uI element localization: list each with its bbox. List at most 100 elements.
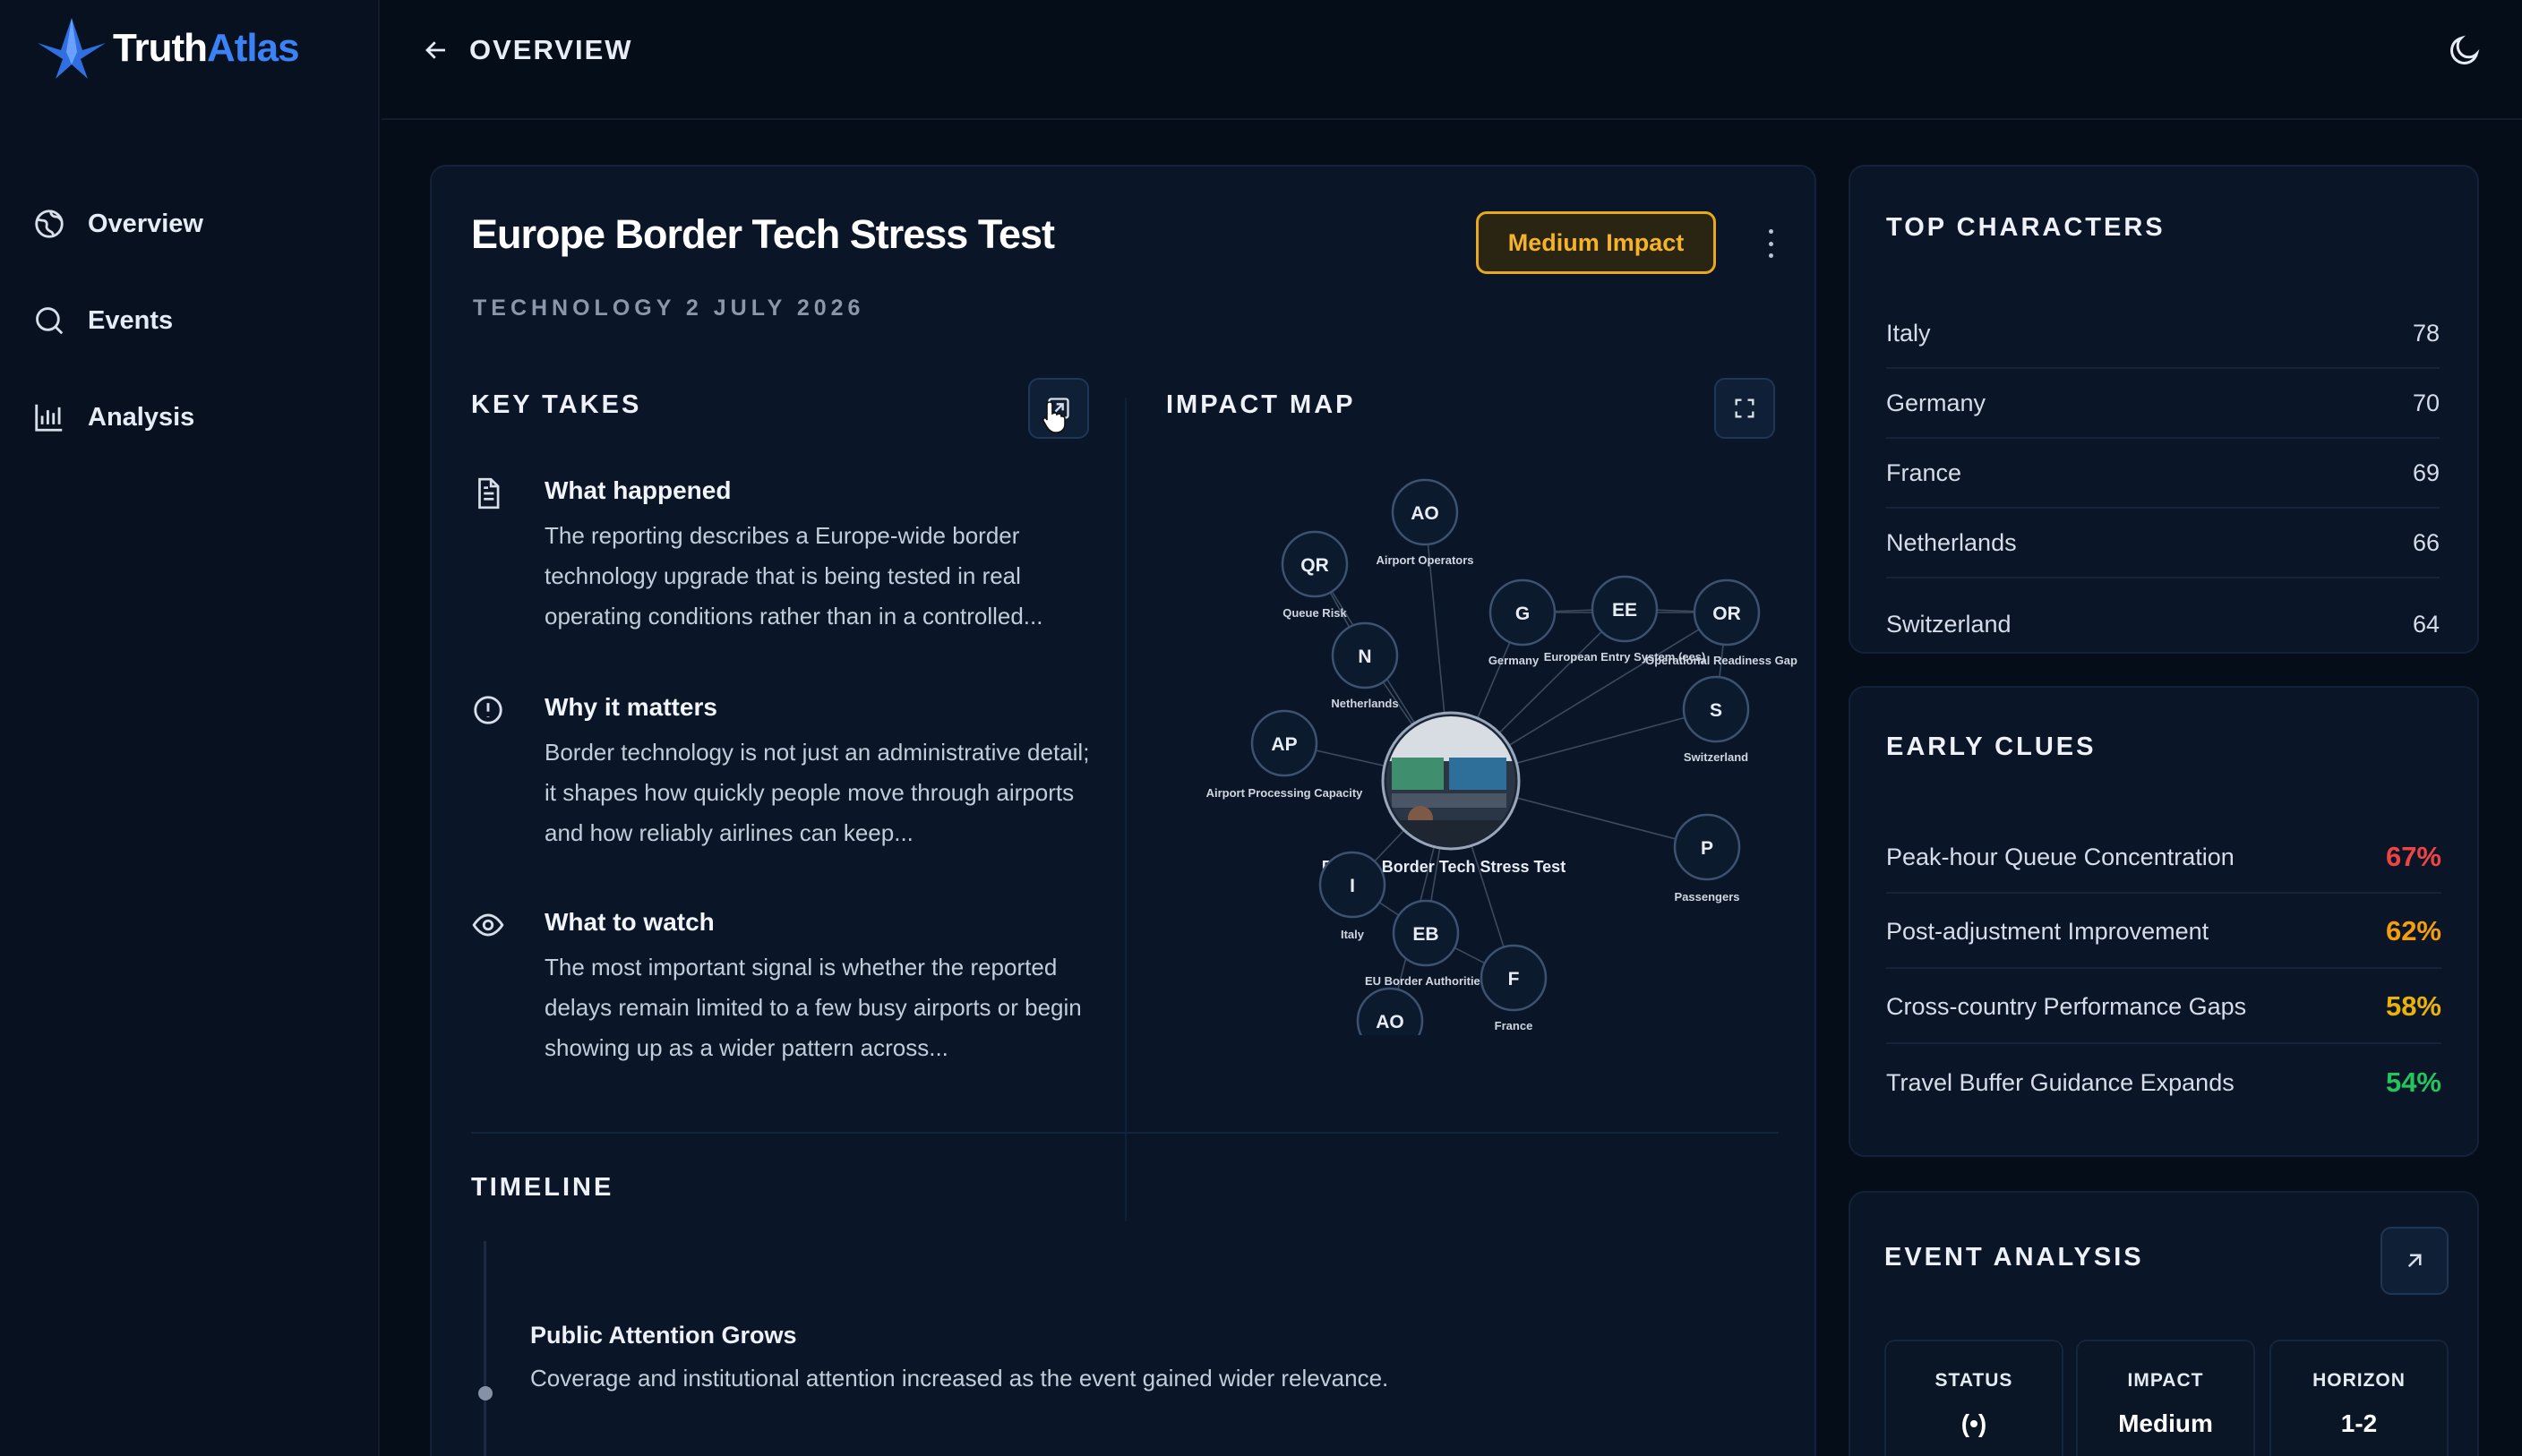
map-node-label: Queue Risk [1282, 606, 1347, 620]
sidebar-item-events[interactable]: Events [32, 272, 203, 369]
sidebar-item-analysis[interactable]: Analysis [32, 369, 203, 466]
clue-percent: 54% [2385, 1066, 2441, 1098]
clue-row[interactable]: Travel Buffer Guidance Expands 54% [1886, 1046, 2441, 1119]
sidebar-item-label: Events [88, 305, 174, 335]
stat-value: Medium [2118, 1409, 2213, 1437]
impact-map-fullscreen-button[interactable] [1714, 378, 1775, 439]
character-name: Italy [1886, 319, 1931, 347]
map-node-abbr: S [1710, 700, 1722, 721]
sidebar: TruthAtlas Overview Events Analysis [0, 0, 380, 1456]
sidebar-nav: Overview Events Analysis [32, 176, 203, 466]
character-score: 70 [2412, 389, 2440, 416]
page-title: OVERVIEW [469, 34, 633, 65]
atlas-logo-icon [38, 18, 106, 79]
character-score: 78 [2412, 319, 2440, 347]
map-node-label: Netherlands [1331, 697, 1398, 710]
clue-percent: 62% [2385, 915, 2441, 946]
clue-percent: 67% [2385, 841, 2441, 872]
character-row[interactable]: Germany 70 [1886, 369, 2440, 439]
document-icon [478, 477, 500, 510]
key-takes-heading: KEY TAKES [471, 390, 642, 419]
event-analysis-card: EVENT ANALYSIS STATUS (•) IMPACT Medium … [1849, 1191, 2479, 1456]
brand-name-a: Truth [113, 26, 208, 70]
map-node-queue-risk[interactable]: QR Queue Risk [1281, 530, 1349, 620]
more-options-button[interactable] [1757, 222, 1784, 265]
horizon-stat: HORIZON 1-2 [2269, 1340, 2449, 1456]
map-node-eu-border-authorities[interactable]: EB EU Border Authorities [1365, 899, 1487, 988]
impact-map-graph[interactable]: Europe Border Tech Stress Test AOAirport… [1148, 462, 1811, 1035]
map-node-abbr: I [1350, 876, 1355, 896]
sidebar-item-label: Overview [88, 209, 203, 238]
event-analysis-heading: EVENT ANALYSIS [1884, 1243, 2144, 1272]
character-row[interactable]: Switzerland 64 [1886, 589, 2440, 652]
map-node-netherlands[interactable]: N Netherlands [1331, 621, 1399, 710]
timeline-item-title: Public Attention Grows [530, 1322, 797, 1349]
alert-circle-icon [474, 696, 502, 724]
stat-label: STATUS [1934, 1370, 2013, 1391]
map-node-france[interactable]: F France [1480, 944, 1548, 1032]
map-node-label: Airport Operators [1376, 553, 1473, 567]
clue-row[interactable]: Peak-hour Queue Concentration 67% [1886, 822, 2441, 894]
impact-badge[interactable]: Medium Impact [1476, 211, 1716, 274]
map-node-operational-readiness-gap[interactable]: OR Operational Readiness Gap [1645, 578, 1797, 667]
early-clues-heading: EARLY CLUES [1886, 732, 2097, 761]
map-node-abbr: EE [1612, 600, 1637, 621]
character-score: 66 [2412, 528, 2440, 556]
bar-chart-icon [35, 404, 63, 432]
stat-value: 1-2 [2340, 1409, 2378, 1437]
globe-icon [35, 210, 64, 238]
map-node-switzerland[interactable]: S Switzerland [1682, 675, 1750, 764]
map-node-airport-operators[interactable]: AO Airport Operators [1376, 478, 1474, 567]
event-analysis-open-button[interactable] [2380, 1227, 2449, 1295]
clue-row[interactable]: Cross-country Performance Gaps 58% [1886, 971, 2441, 1044]
character-name: France [1886, 458, 1962, 486]
clue-label: Travel Buffer Guidance Expands [1886, 1068, 2235, 1096]
sidebar-item-overview[interactable]: Overview [32, 176, 203, 272]
map-node-label: Italy [1341, 928, 1365, 941]
status-stat: STATUS (•) [1884, 1340, 2063, 1456]
character-row[interactable]: Italy 78 [1886, 299, 2440, 369]
top-bar: OVERVIEW [382, 0, 2522, 120]
clue-label: Cross-country Performance Gaps [1886, 992, 2247, 1020]
character-row[interactable]: Netherlands 66 [1886, 509, 2440, 578]
map-node-abbr: N [1358, 647, 1371, 667]
brand-logo[interactable]: TruthAtlas [36, 16, 300, 81]
arrow-left-icon [425, 41, 445, 59]
map-node-passengers[interactable]: P Passengers [1673, 813, 1741, 904]
top-characters-heading: TOP CHARACTERS [1886, 213, 2166, 242]
take-title: Why it matters [545, 693, 717, 721]
take-text: The reporting describes a Europe-wide bo… [545, 522, 1043, 630]
map-node-label: Airport Processing Capacity [1206, 786, 1364, 800]
map-node-european-entry-system[interactable]: EEEuropean Entry System (ees) [1544, 575, 1706, 664]
map-node-label: Switzerland [1684, 750, 1748, 764]
clue-percent: 58% [2385, 990, 2441, 1022]
fullscreen-icon [1735, 398, 1754, 418]
take-title: What happened [545, 476, 732, 504]
stat-label: IMPACT [2127, 1370, 2204, 1391]
character-row[interactable]: France 69 [1886, 439, 2440, 509]
timeline-dot [478, 1386, 493, 1400]
map-node-abbr: P [1701, 838, 1713, 859]
map-node-airport-operators-2[interactable]: AO [1356, 987, 1424, 1035]
map-node-italy[interactable]: I Italy [1318, 851, 1386, 941]
map-node-abbr: QR [1300, 555, 1329, 576]
search-icon [36, 307, 64, 335]
back-button[interactable]: OVERVIEW [423, 34, 633, 66]
brand-name-b: Atlas [206, 26, 300, 70]
impact-stat: IMPACT Medium [2076, 1340, 2255, 1456]
theme-toggle-moon-icon[interactable] [2447, 32, 2483, 68]
character-name: Germany [1886, 389, 1986, 416]
map-node-abbr: AO [1411, 503, 1439, 524]
map-node-label: EU Border Authorities [1365, 974, 1487, 988]
map-node-abbr: G [1515, 604, 1530, 624]
take-text: The most important signal is whether the… [545, 954, 1082, 1061]
section-divider [471, 1132, 1779, 1134]
map-node-label: Passengers [1675, 890, 1740, 904]
early-clues-card: EARLY CLUES Peak-hour Queue Concentratio… [1849, 686, 2479, 1157]
timeline-heading: TIMELINE [471, 1173, 614, 1202]
event-title: Europe Border Tech Stress Test [471, 211, 1055, 257]
timeline-item-text: Coverage and institutional attention inc… [530, 1365, 1389, 1392]
column-divider [1125, 398, 1127, 1221]
impact-map-heading: IMPACT MAP [1166, 390, 1356, 419]
clue-row[interactable]: Post-adjustment Improvement 62% [1886, 895, 2441, 969]
